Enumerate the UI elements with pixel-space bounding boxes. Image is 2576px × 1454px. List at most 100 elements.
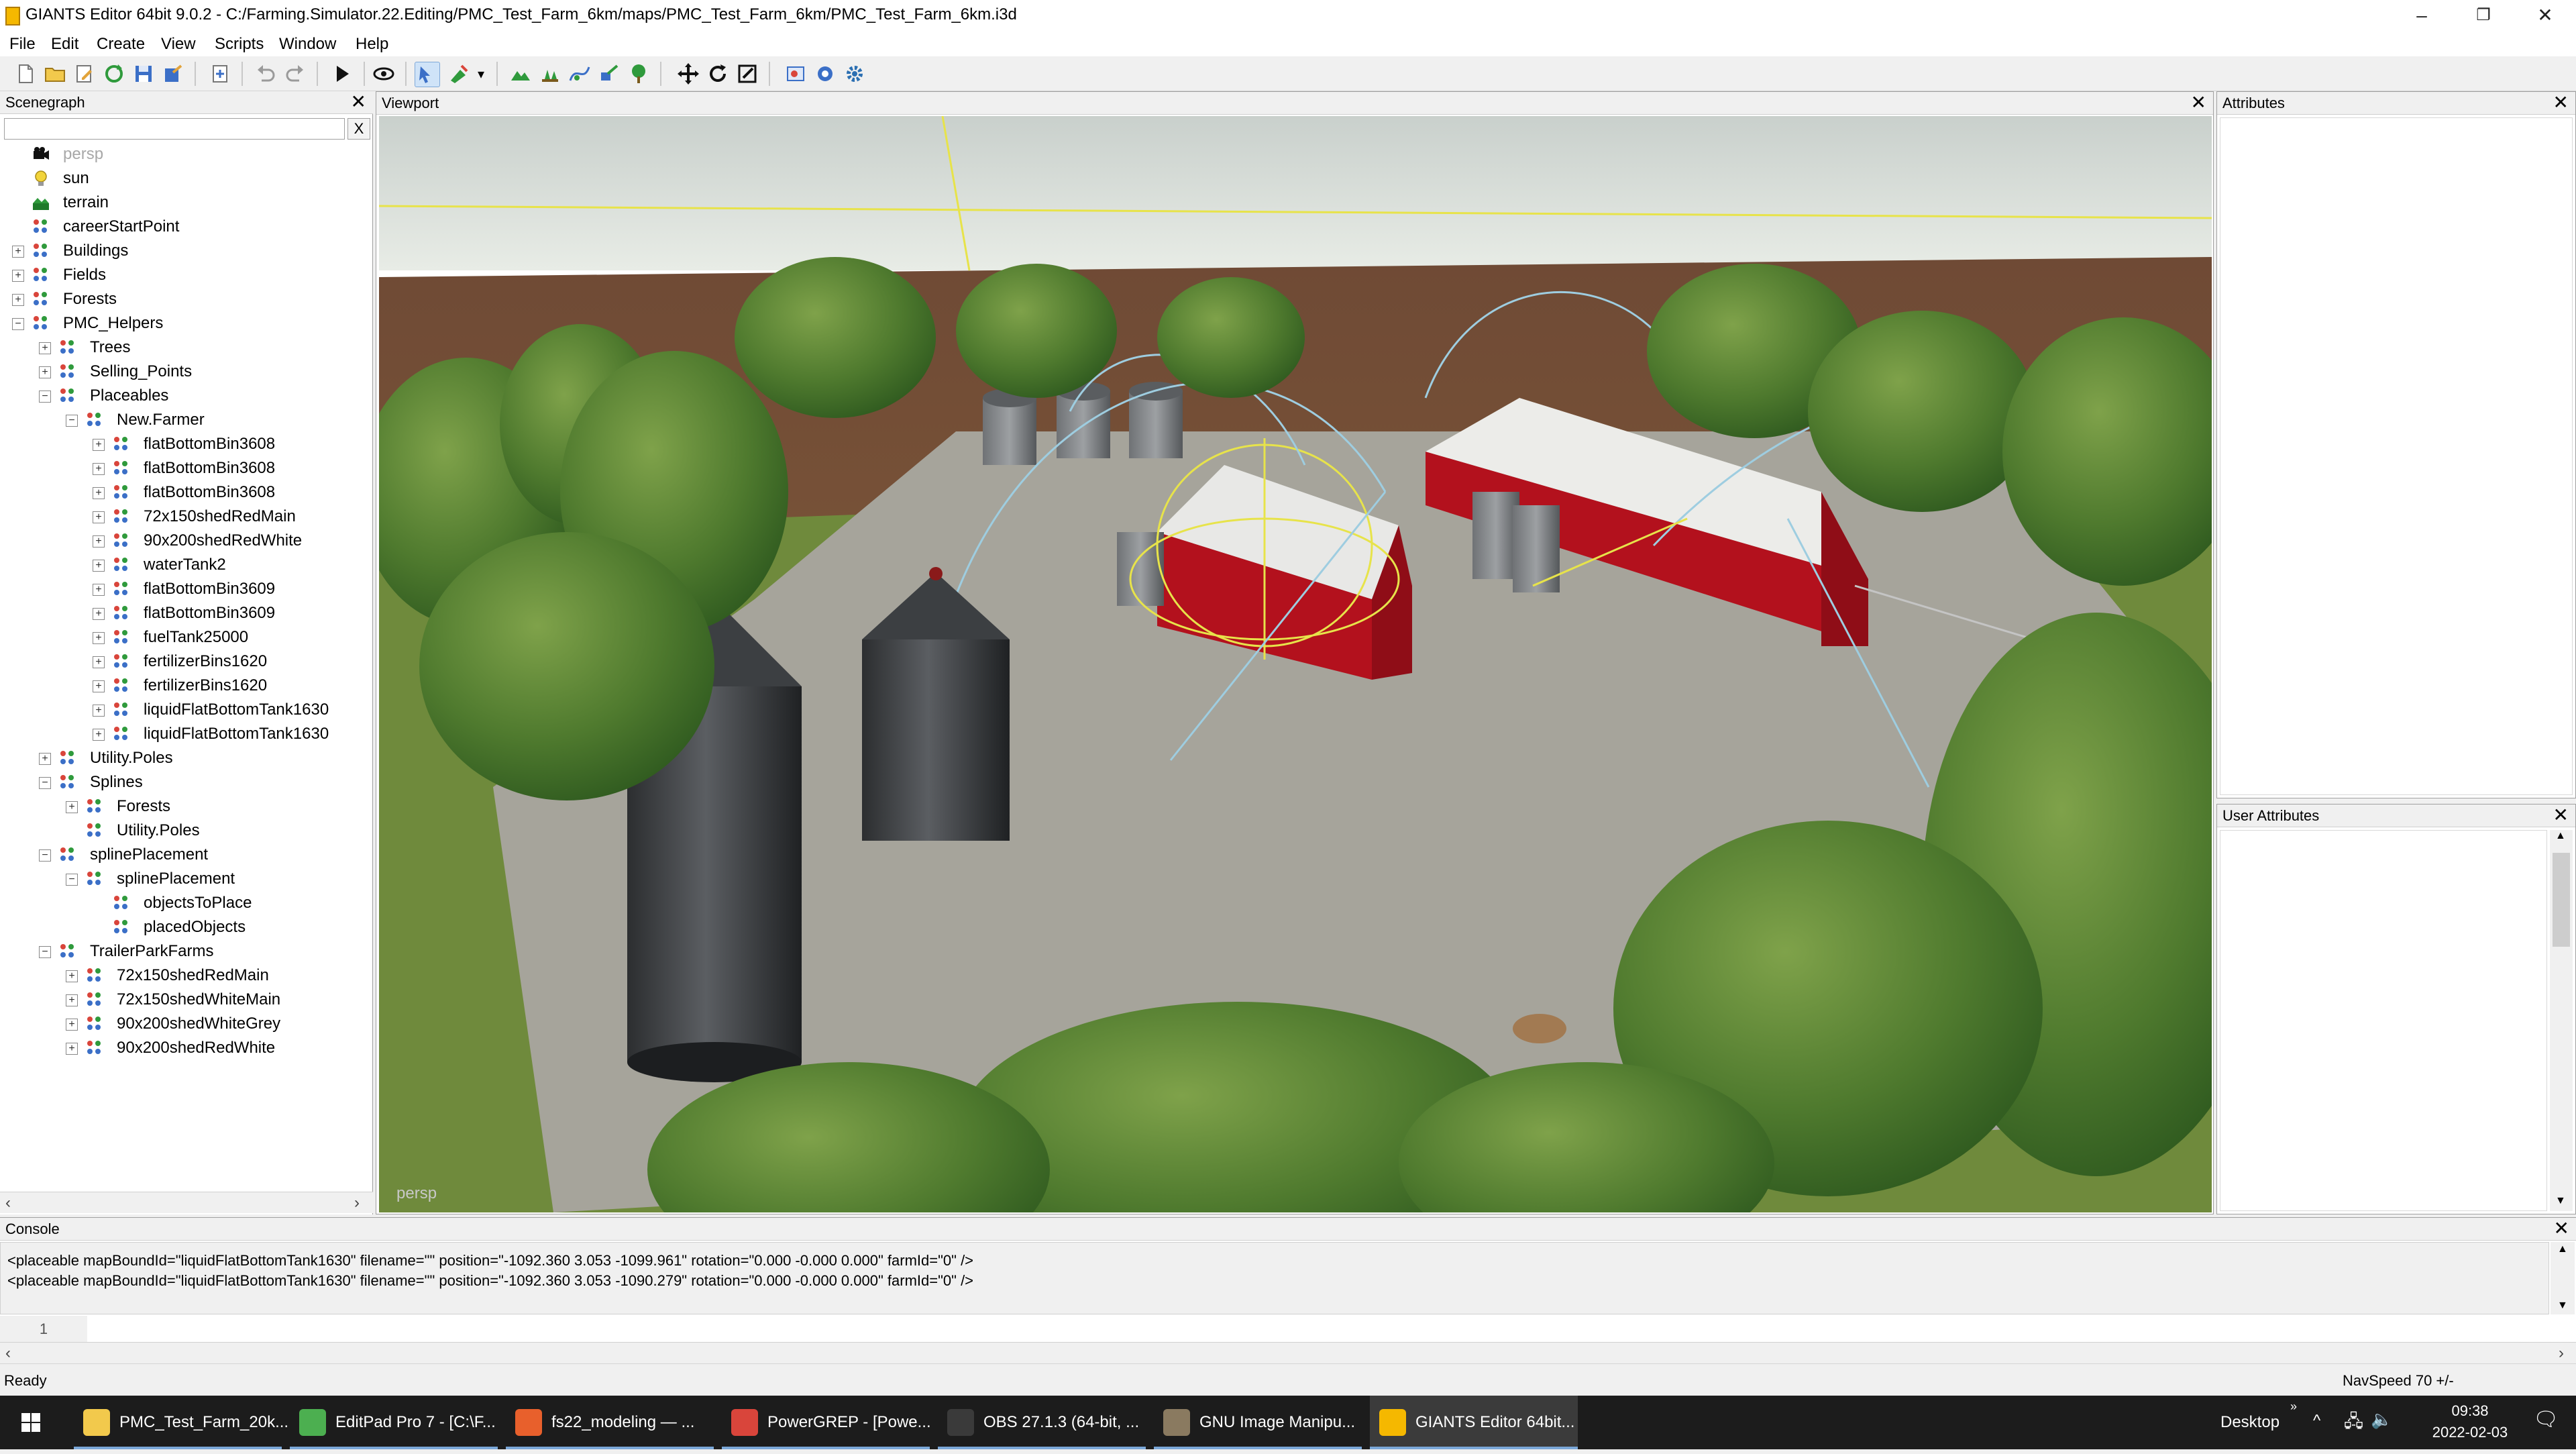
start-button[interactable] <box>0 1396 62 1449</box>
undo-icon[interactable] <box>254 62 278 86</box>
scenegraph-node[interactable]: + Forests <box>0 794 370 819</box>
expand-node-icon[interactable]: + <box>93 439 105 451</box>
scenegraph-node[interactable]: + flatBottomBin3608 <box>0 456 370 480</box>
reload-icon[interactable] <box>102 62 126 86</box>
collapse-node-icon[interactable]: − <box>39 777 51 789</box>
taskbar-app-button[interactable]: GIANTS Editor 64bit... <box>1370 1396 1578 1449</box>
scroll-down-arrow-icon[interactable]: ▼ <box>2555 1195 2566 1207</box>
lighting-icon[interactable] <box>813 62 837 86</box>
toolbar-overflow-icon[interactable]: » <box>2290 1400 2297 1414</box>
expand-node-icon[interactable]: + <box>93 632 105 644</box>
edit-file-icon[interactable] <box>72 62 97 86</box>
scenegraph-node[interactable]: + fertilizerBins1620 <box>0 650 370 674</box>
scenegraph-node[interactable]: + flatBottomBin3608 <box>0 432 370 456</box>
import-icon[interactable] <box>208 62 232 86</box>
scenegraph-filter-clear-button[interactable]: X <box>347 118 370 140</box>
scenegraph-node[interactable]: +72x150shedRedMain <box>0 505 370 529</box>
scroll-left-arrow-icon[interactable]: ‹ <box>5 1194 11 1212</box>
expand-node-icon[interactable]: + <box>12 270 24 282</box>
console-close-icon[interactable]: ✕ <box>2554 1218 2569 1239</box>
collapse-node-icon[interactable]: − <box>66 415 78 427</box>
scenegraph-node[interactable]: Utility.Poles <box>0 819 370 843</box>
export-icon[interactable] <box>161 62 185 86</box>
scenegraph-node[interactable]: + Utility.Poles <box>0 746 370 770</box>
menu-create[interactable]: Create <box>97 35 145 54</box>
clock-time[interactable]: 09:38 <box>2428 1402 2512 1420</box>
menu-window[interactable]: Window <box>279 35 336 54</box>
maximize-button[interactable]: ❐ <box>2453 0 2514 32</box>
scenegraph-node[interactable]: + waterTank2 <box>0 553 370 577</box>
scroll-left-arrow-icon[interactable]: ‹ <box>5 1344 11 1363</box>
collapse-node-icon[interactable]: − <box>39 849 51 862</box>
scenegraph-node[interactable]: +72x150shedWhiteMain <box>0 988 370 1012</box>
scenegraph-node[interactable]: − Placeables <box>0 384 370 408</box>
scenegraph-node[interactable]: − splinePlacement <box>0 867 370 891</box>
scenegraph-filter-input[interactable] <box>4 118 345 140</box>
expand-node-icon[interactable]: + <box>66 970 78 982</box>
scenegraph-node[interactable]: careerStartPoint <box>0 215 370 239</box>
scenegraph-node[interactable]: − PMC_Helpers <box>0 311 370 335</box>
viewport-close-icon[interactable]: ✕ <box>2191 92 2206 113</box>
scenegraph-node[interactable]: +90x200shedRedWhite <box>0 1036 370 1060</box>
volume-icon[interactable]: 🔈 <box>2371 1409 2392 1430</box>
menu-file[interactable]: File <box>9 35 36 54</box>
menu-scripts[interactable]: Scripts <box>215 35 264 54</box>
collapse-node-icon[interactable]: − <box>39 946 51 958</box>
select-mode-icon[interactable] <box>415 62 440 87</box>
expand-node-icon[interactable]: + <box>39 342 51 354</box>
minimize-button[interactable]: – <box>2391 0 2453 32</box>
tree-tool-icon[interactable] <box>627 62 651 86</box>
close-button[interactable]: ✕ <box>2514 0 2576 32</box>
expand-node-icon[interactable]: + <box>93 656 105 668</box>
redo-icon[interactable] <box>283 62 307 86</box>
expand-node-icon[interactable]: + <box>93 680 105 692</box>
farm-scene-render[interactable] <box>379 116 2212 1212</box>
expand-node-icon[interactable]: + <box>93 729 105 741</box>
expand-node-icon[interactable]: + <box>93 535 105 548</box>
save-icon[interactable] <box>131 62 156 86</box>
scenegraph-node[interactable]: + flatBottomBin3609 <box>0 601 370 625</box>
scenegraph-node[interactable]: − splinePlacement <box>0 843 370 867</box>
scenegraph-node[interactable]: − TrailerParkFarms <box>0 939 370 964</box>
clock-date[interactable]: 2022-02-03 <box>2415 1424 2525 1441</box>
new-file-icon[interactable] <box>13 62 38 86</box>
expand-node-icon[interactable]: + <box>66 1043 78 1055</box>
scenegraph-node[interactable]: + Buildings <box>0 239 370 263</box>
scroll-down-arrow-icon[interactable]: ▼ <box>2557 1300 2568 1312</box>
expand-node-icon[interactable]: + <box>66 801 78 813</box>
render-icon[interactable] <box>784 62 808 86</box>
network-icon[interactable]: 🖧 <box>2344 1409 2363 1439</box>
collapse-node-icon[interactable]: − <box>39 391 51 403</box>
settings-gear-icon[interactable] <box>843 62 867 86</box>
expand-node-icon[interactable]: + <box>93 608 105 620</box>
taskbar-app-button[interactable]: PMC_Test_Farm_20k... <box>74 1396 288 1449</box>
taskbar-app-button[interactable]: EditPad Pro 7 - [C:\F... <box>290 1396 498 1449</box>
console-input-area[interactable]: 1 <box>0 1316 2576 1343</box>
expand-node-icon[interactable]: + <box>39 366 51 378</box>
attributes-close-icon[interactable]: ✕ <box>2553 92 2569 113</box>
notifications-icon[interactable]: 🗨 <box>2533 1408 2559 1431</box>
scroll-right-arrow-icon[interactable]: › <box>2559 1344 2564 1363</box>
scenegraph-node[interactable]: + Selling_Points <box>0 360 370 384</box>
scenegraph-node[interactable]: + fertilizerBins1620 <box>0 674 370 698</box>
scenegraph-node[interactable]: + Forests <box>0 287 370 311</box>
eye-icon[interactable] <box>372 62 396 86</box>
open-folder-icon[interactable] <box>43 62 67 86</box>
scenegraph-node[interactable]: +90x200shedRedWhite <box>0 529 370 553</box>
scenegraph-node[interactable]: terrain <box>0 191 370 215</box>
tray-chevron-up-icon[interactable]: ^ <box>2313 1412 2320 1431</box>
scenegraph-node[interactable]: objectsToPlace <box>0 891 370 915</box>
collapse-node-icon[interactable]: − <box>12 318 24 330</box>
scenegraph-node[interactable]: − Splines <box>0 770 370 794</box>
scenegraph-horizontal-scrollbar[interactable]: ‹ › <box>0 1192 373 1213</box>
console-scrollbar[interactable]: ▲ ▼ <box>2551 1242 2575 1314</box>
expand-node-icon[interactable]: + <box>66 994 78 1006</box>
placement-tool-icon[interactable] <box>597 62 621 86</box>
user-attributes-scrollbar[interactable]: ▲ ▼ <box>2550 830 2573 1211</box>
desktop-toolbar-label[interactable]: Desktop <box>2220 1413 2279 1432</box>
scenegraph-node[interactable]: − New.Farmer <box>0 408 370 432</box>
expand-node-icon[interactable]: + <box>93 463 105 475</box>
taskbar-app-button[interactable]: GNU Image Manipu... <box>1154 1396 1362 1449</box>
expand-node-icon[interactable]: + <box>12 246 24 258</box>
foliage-paint-icon[interactable] <box>538 62 562 86</box>
